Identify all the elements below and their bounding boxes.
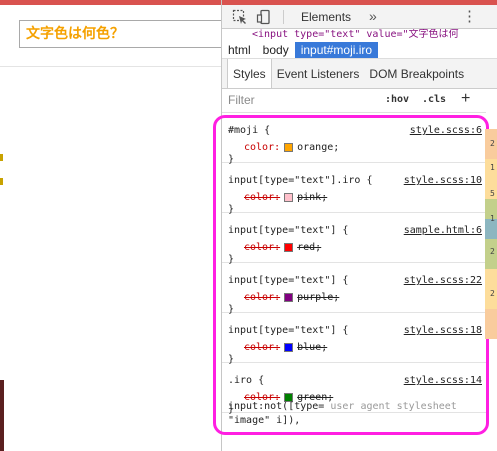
property-name[interactable]: color: [244,142,280,153]
inspect-element-icon[interactable] [232,9,248,25]
rule-source-link[interactable]: style.scss:22 [404,275,482,286]
page-edge-mark [0,178,3,185]
style-rule: input[type="text"] { sample.html:6 color… [222,213,486,265]
page-edge-mark [0,154,3,161]
color-swatch[interactable] [284,143,294,152]
metric-value: 1 [490,214,495,223]
color-swatch[interactable] [284,343,294,352]
rule-selector[interactable]: input[type="text"].iro { [228,175,373,186]
more-tabs-button[interactable]: » [369,8,377,24]
rule-source-link[interactable]: sample.html:6 [404,225,482,236]
page-edge-bar [0,380,4,451]
rule-declaration[interactable]: color: orange; [244,142,339,153]
metric-value: 2 [490,289,495,298]
styles-subtabs: Styles Event Listeners DOM Breakpoints [222,59,497,89]
property-value[interactable]: purple; [297,292,339,303]
metric-value: 2 [490,247,495,256]
metric-value: 1 [490,163,495,172]
devtools-toolbar: Elements » ⋮ [222,5,497,29]
property-value[interactable]: pink; [297,192,327,203]
styles-filter-bar: Filter :hov .cls + [222,89,486,113]
box-model-sliver: 2 1 5 1 2 2 [485,89,497,451]
rule-selector[interactable]: #moji { [228,125,270,136]
ua-rule-line: input:not([type= user agent stylesheet [228,401,457,412]
tab-dom-breakpoints[interactable]: DOM Breakpoints [364,59,469,88]
ua-rule-selector[interactable]: input:not([type= [228,401,324,412]
style-rule: #moji { style.scss:6 color: orange; } [222,113,486,165]
breadcrumb: html body input#moji.iro [222,41,497,59]
style-rule: input[type="text"] { style.scss:18 color… [222,313,486,365]
color-swatch[interactable] [284,193,294,202]
rule-source-link[interactable]: style.scss:6 [410,125,482,136]
property-value[interactable]: red; [297,242,321,253]
property-value[interactable]: orange; [297,142,339,153]
devtools-panel: Elements » ⋮ <input type="text" value="文… [213,0,497,451]
tab-styles[interactable]: Styles [227,59,272,88]
moji-text-input[interactable]: 文字色は何色？ [19,20,221,48]
rule-selector[interactable]: input[type="text"] { [228,225,348,236]
hover-state-toggle[interactable]: :hov [385,94,409,105]
style-rule: input[type="text"] { style.scss:22 color… [222,263,486,315]
breadcrumb-body[interactable]: body [257,42,295,58]
dom-breadcrumb-area: <input type="text" value="文字色は何 html bod… [222,29,497,59]
new-style-rule-button[interactable]: + [461,90,470,108]
ua-rule-selector-cont: "image" i]), [228,415,301,426]
margin-box [485,309,497,339]
color-swatch[interactable] [284,293,294,302]
rule-selector[interactable]: .iro { [228,375,264,386]
tab-event-listeners[interactable]: Event Listeners [272,59,365,88]
rule-selector[interactable]: input[type="text"] { [228,325,348,336]
page-viewport: 文字色は何色？ [0,0,221,451]
rule-declaration[interactable]: color: pink; [244,192,327,203]
filter-input[interactable]: Filter [228,93,255,107]
tab-elements[interactable]: Elements [301,10,351,24]
rule-declaration[interactable]: color: purple; [244,292,339,303]
breadcrumb-input-moji[interactable]: input#moji.iro [294,41,379,58]
property-name[interactable]: color: [244,342,280,353]
breadcrumb-html[interactable]: html [222,42,257,58]
style-rule: input[type="text"].iro { style.scss:10 c… [222,163,486,215]
rule-source-link[interactable]: style.scss:18 [404,325,482,336]
color-swatch[interactable] [284,243,294,252]
property-name[interactable]: color: [244,192,280,203]
ua-stylesheet-label: user agent stylesheet [330,401,457,412]
devtools-menu-icon[interactable]: ⋮ [462,7,477,25]
dom-source-line: <input type="text" value="文字色は何 [252,29,459,40]
rule-declaration[interactable]: color: blue; [244,342,327,353]
property-name[interactable]: color: [244,242,280,253]
style-rules-list: #moji { style.scss:6 color: orange; } in… [222,113,486,451]
toolbar-separator [283,10,284,24]
page-divider [0,66,221,67]
property-value[interactable]: blue; [297,342,327,353]
metric-value: 2 [490,139,495,148]
class-toggle[interactable]: .cls [422,94,446,105]
rule-selector[interactable]: input[type="text"] { [228,275,348,286]
rule-source-link[interactable]: style.scss:14 [404,375,482,386]
rule-source-link[interactable]: style.scss:10 [404,175,482,186]
device-toolbar-icon[interactable] [256,9,272,25]
page-top-strip [0,0,221,5]
property-name[interactable]: color: [244,292,280,303]
rule-declaration[interactable]: color: red; [244,242,321,253]
metric-value: 5 [490,189,495,198]
